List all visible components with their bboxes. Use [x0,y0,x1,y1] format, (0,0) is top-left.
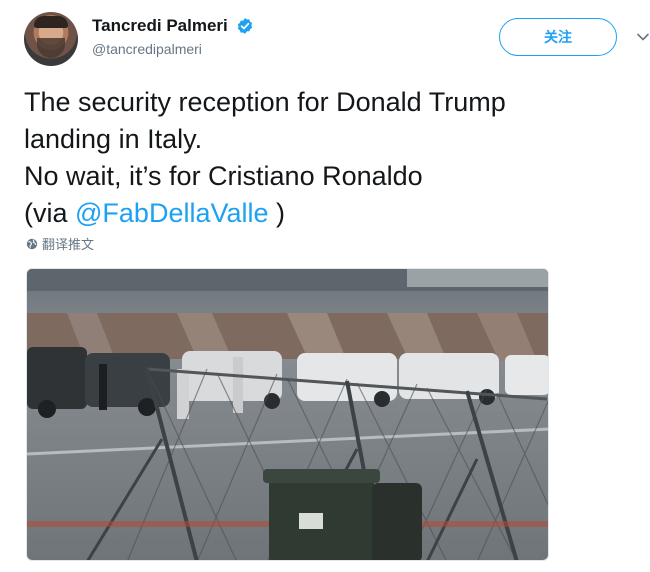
avatar-beard [37,38,65,58]
tweet-line-4: (via @FabDellaValle ) [24,195,624,232]
author-handle[interactable]: @tancredipalmeri [92,41,254,57]
translate-tweet-link[interactable]: 翻译推文 [26,234,94,253]
chevron-down-icon[interactable] [636,30,650,44]
follow-button[interactable]: 关注 [499,18,617,56]
tweet-line-1: The security reception for Donald Trump [24,87,506,117]
photo-scene [27,269,548,560]
tweet-line-2: landing in Italy. [24,124,203,154]
tweet-header: Tancredi Palmeri @tancredipalmeri 关注 [24,12,649,70]
mention-link[interactable]: @FabDellaValle [75,198,269,228]
tweet-photo[interactable] [26,268,549,561]
author-display-name[interactable]: Tancredi Palmeri [92,16,228,36]
translate-label[interactable]: 翻译推文 [42,234,94,253]
tweet-line-3: No wait, it’s for Cristiano Ronaldo [24,161,423,191]
tweet-text: The security reception for Donald Trump … [24,84,624,232]
avatar-hair [34,16,68,28]
tweet-line-4-suffix: ) [268,198,286,228]
author-names[interactable]: Tancredi Palmeri @tancredipalmeri [92,16,254,57]
avatar[interactable] [24,12,78,66]
verified-badge-icon [238,18,253,34]
globe-icon [26,238,38,249]
tweet-line-4-prefix: (via [24,198,76,228]
